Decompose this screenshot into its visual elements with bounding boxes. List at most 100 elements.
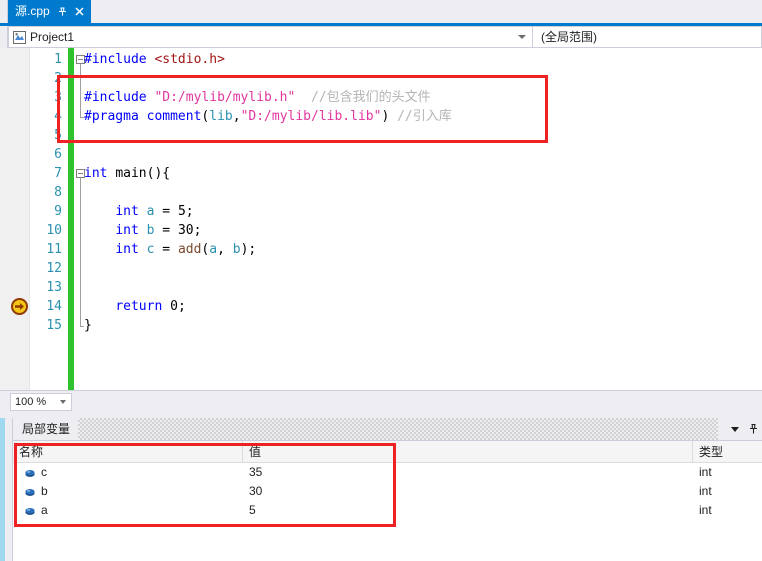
editor-tab-source-cpp[interactable]: 源.cpp [8, 0, 91, 23]
code-token: #include [84, 90, 155, 105]
line-number: 3 [54, 90, 62, 105]
code-token: #pragma [84, 109, 147, 124]
tab-strip-left-edge [0, 0, 8, 23]
pin-icon[interactable] [57, 5, 69, 19]
code-line[interactable]: #include <stdio.h> [84, 50, 225, 69]
code-line[interactable]: #include "D:/mylib/mylib.h" //包含我们的头文件 [84, 88, 431, 107]
code-token: int [115, 204, 147, 219]
locals-cell-value[interactable]: 35 [243, 463, 693, 482]
column-header-type[interactable]: 类型 [693, 441, 762, 463]
member-dropdown[interactable]: (全局范围) [533, 26, 762, 48]
code-token: (){ [146, 166, 171, 181]
project-icon [12, 30, 26, 44]
locals-cell-type: int [699, 465, 712, 479]
panel-drag-grip[interactable] [78, 418, 718, 440]
line-number: 11 [46, 242, 62, 257]
code-token: return [115, 299, 171, 314]
code-token: //包含我们的头文件 [311, 90, 431, 105]
member-dropdown-label: (全局范围) [541, 30, 597, 44]
code-line[interactable]: return 0; [84, 297, 186, 316]
navigation-bar: Project1 (全局范围) [0, 26, 762, 48]
column-header-name[interactable]: 名称 [13, 441, 243, 463]
line-number: 4 [54, 109, 62, 124]
locals-row[interactable]: c 35 int [13, 463, 762, 482]
code-token: ; [177, 299, 186, 314]
code-token: int [115, 223, 147, 238]
code-token: = [154, 223, 178, 238]
code-token: add [177, 242, 202, 257]
line-number: 1 [54, 52, 62, 67]
locals-cell-type: int [699, 484, 712, 498]
code-line[interactable]: int main(){ [84, 164, 170, 183]
chevron-down-icon[interactable] [518, 35, 526, 39]
code-line[interactable]: int a = 5; [84, 202, 194, 221]
navigation-bar-gutter [0, 26, 8, 48]
code-line[interactable]: } [84, 316, 92, 335]
locals-cell-name: a [41, 503, 48, 517]
locals-cell-type: int [699, 503, 712, 517]
code-token: ; [185, 204, 194, 219]
code-token: comment [146, 109, 202, 124]
fold-guide-elbow [80, 117, 84, 118]
code-token: , [217, 242, 233, 257]
chevron-down-icon[interactable] [60, 400, 66, 404]
locals-cell-name: b [41, 484, 48, 498]
close-icon[interactable] [74, 5, 86, 19]
line-number: 13 [46, 280, 62, 295]
line-number: 15 [46, 318, 62, 333]
code-token: ); [240, 242, 257, 257]
locals-row[interactable]: b 30 int [13, 482, 762, 501]
code-token: int [84, 166, 116, 181]
code-token: //引入库 [397, 109, 452, 124]
scope-dropdown-label: Project1 [30, 30, 75, 44]
code-token: b [232, 242, 241, 257]
code-token: , [232, 109, 241, 124]
current-statement-arrow-icon[interactable] [11, 298, 28, 315]
code-editor[interactable]: 1 #include <stdio.h> 2 3 #include "D:/mylib/… [0, 48, 762, 390]
code-line[interactable]: #pragma comment(lib,"D:/mylib/lib.lib") … [84, 107, 452, 126]
scope-dropdown[interactable]: Project1 [8, 26, 533, 48]
locals-cell-name: c [41, 465, 47, 479]
line-number: 9 [54, 204, 62, 219]
visual-studio-window: 源.cpp Project1 (全局范围) 1 #include <stdio.… [0, 0, 762, 561]
column-header-value[interactable]: 值 [243, 441, 693, 463]
code-token: a [209, 242, 218, 257]
fold-guide-elbow [80, 326, 84, 327]
locals-row[interactable]: a 5 int [13, 501, 762, 520]
line-number: 10 [46, 223, 62, 238]
zoom-level-dropdown[interactable]: 100 % [10, 393, 72, 411]
pin-icon[interactable] [744, 418, 762, 440]
locals-grid[interactable]: 名称 值 类型 c 35 int b 30 int a 5 int [13, 440, 762, 561]
panel-left-gutter [5, 418, 13, 561]
editor-status-row: 100 % [0, 390, 762, 412]
code-token: 5 [177, 204, 186, 219]
fold-guide-line [80, 178, 81, 326]
editor-tab-label: 源.cpp [15, 4, 50, 18]
locals-panel-title: 局部变量 [22, 422, 71, 436]
line-number: 7 [54, 166, 62, 181]
line-number: 12 [46, 261, 62, 276]
chevron-down-icon[interactable] [726, 418, 744, 440]
code-line[interactable]: int c = add(a, b); [84, 240, 256, 259]
zoom-level-label: 100 % [15, 396, 47, 408]
code-line[interactable]: int b = 30; [84, 221, 201, 240]
fold-guide-line [80, 64, 81, 117]
code-token: } [84, 318, 92, 333]
code-token: ; [193, 223, 202, 238]
line-number: 6 [54, 147, 62, 162]
code-token: main [115, 166, 147, 181]
locals-cell-value[interactable]: 30 [243, 482, 693, 501]
locals-grid-header-row: 名称 值 类型 [13, 441, 762, 463]
code-text-area[interactable]: 1 #include <stdio.h> 2 3 #include "D:/mylib/… [0, 48, 762, 390]
code-token: lib [209, 109, 233, 124]
editor-tab-strip: 源.cpp [0, 0, 762, 23]
code-token: 0 [170, 299, 178, 314]
line-number: 2 [54, 71, 62, 86]
locals-panel-header: 局部变量 [13, 418, 762, 440]
locals-cell-value[interactable]: 5 [243, 501, 693, 520]
